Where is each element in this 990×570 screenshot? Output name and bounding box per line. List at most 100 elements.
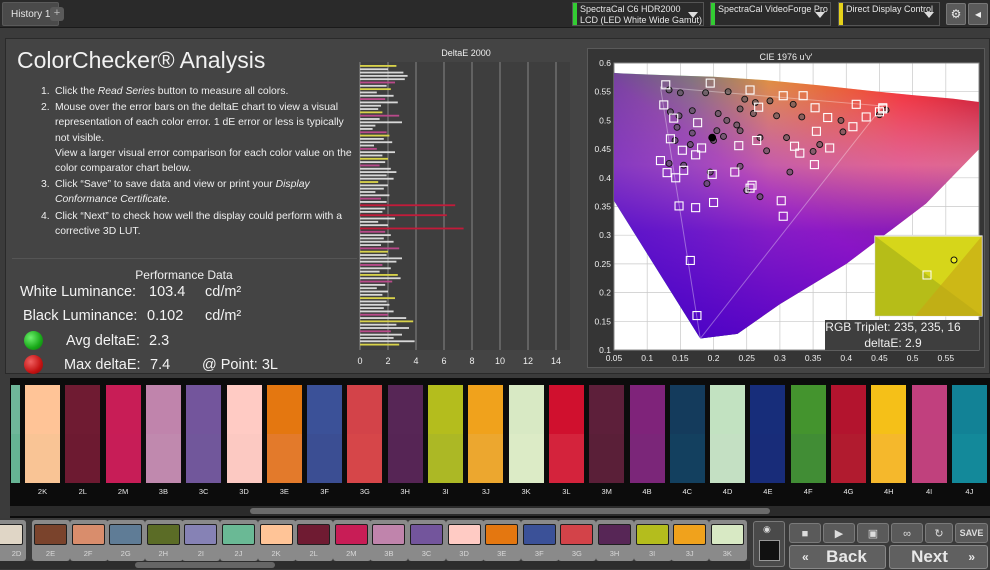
deltae-bar[interactable] (360, 327, 409, 329)
deltae-bar[interactable] (360, 323, 397, 326)
deltae-bar[interactable] (360, 204, 456, 207)
stop-button[interactable]: ■ (789, 523, 821, 543)
deltae-bar[interactable] (360, 244, 381, 246)
deltae-bar[interactable] (360, 230, 386, 233)
collapse-button[interactable]: ◂ (968, 3, 988, 25)
color-swatch[interactable] (266, 385, 302, 483)
scrollbar-thumb[interactable] (250, 508, 770, 514)
measured-point[interactable] (736, 127, 744, 135)
deltae-bar[interactable] (360, 124, 376, 127)
measured-point[interactable] (673, 123, 681, 131)
deltae-bar[interactable] (360, 191, 376, 193)
deltae-bar[interactable] (360, 118, 380, 120)
deltae-bar[interactable] (360, 144, 374, 147)
comparator-scrollbar[interactable] (10, 506, 990, 516)
deltae-bar[interactable] (360, 147, 377, 150)
selected-point[interactable] (708, 133, 717, 142)
color-swatch[interactable] (347, 385, 383, 483)
deltae-bar[interactable] (360, 137, 384, 140)
deltae-bar[interactable] (360, 207, 386, 210)
back-button[interactable]: « Back (789, 545, 886, 569)
deltae-bar[interactable] (360, 94, 394, 97)
deltae-bar[interactable] (360, 111, 383, 114)
deltae-bar[interactable] (360, 167, 391, 170)
deltae-bar[interactable] (360, 283, 386, 286)
deltae-bar[interactable] (360, 260, 397, 263)
color-swatch[interactable] (710, 385, 746, 483)
measured-point[interactable] (703, 180, 711, 187)
measured-point[interactable] (720, 133, 727, 140)
color-swatch[interactable] (468, 385, 504, 483)
measured-point[interactable] (736, 105, 744, 113)
loop-button[interactable]: ∞ (891, 523, 923, 543)
color-swatch[interactable] (65, 385, 101, 483)
color-swatch[interactable] (186, 385, 222, 483)
deltae-bar[interactable] (360, 240, 394, 243)
deltae-bar[interactable] (360, 214, 447, 217)
measured-point[interactable] (688, 107, 696, 115)
deltae-bar[interactable] (360, 290, 388, 293)
deltae-bar[interactable] (360, 307, 384, 310)
deltae-bar[interactable] (360, 65, 397, 67)
measured-point[interactable] (816, 141, 824, 148)
measured-point[interactable] (733, 121, 741, 129)
deltae-bar[interactable] (360, 91, 377, 94)
deltae-bar[interactable] (360, 84, 387, 87)
measured-point[interactable] (789, 100, 797, 108)
deltae-bar[interactable] (360, 187, 384, 190)
thumbnail-scrollbar[interactable] (0, 561, 750, 569)
measured-point[interactable] (676, 89, 684, 97)
measured-point[interactable] (837, 116, 845, 124)
color-swatch[interactable] (629, 385, 665, 483)
deltae-bar[interactable] (360, 134, 390, 137)
color-swatch[interactable] (589, 385, 625, 483)
color-swatch[interactable] (25, 385, 60, 483)
deltae-bar[interactable] (360, 164, 380, 167)
measured-point[interactable] (839, 128, 847, 136)
color-swatch[interactable] (871, 385, 907, 483)
color-swatch[interactable] (911, 385, 947, 483)
deltae-bar[interactable] (360, 88, 391, 91)
deltae-bar[interactable] (360, 114, 400, 117)
deltae-bar[interactable] (360, 254, 387, 256)
deltae-bar[interactable] (360, 343, 400, 346)
deltae-bar[interactable] (360, 224, 388, 227)
generator-selector[interactable]: SpectraCal VideoForge Pro (710, 2, 831, 26)
color-swatch[interactable] (11, 385, 20, 483)
deltae-bar[interactable] (360, 274, 398, 276)
deltae-bar[interactable] (360, 174, 387, 177)
color-swatch[interactable] (831, 385, 866, 483)
deltae-bar[interactable] (360, 161, 386, 164)
deltae-bar[interactable] (360, 280, 393, 283)
deltae-bar[interactable] (360, 68, 388, 71)
deltae-bar[interactable] (360, 277, 401, 280)
deltae-bar[interactable] (360, 227, 464, 230)
deltae-bar[interactable] (360, 297, 395, 300)
deltae-bar[interactable] (360, 78, 405, 81)
deltae-bar[interactable] (360, 247, 400, 250)
deltae-bar[interactable] (360, 194, 390, 197)
deltae-bar[interactable] (360, 74, 408, 77)
deltae-bar[interactable] (360, 128, 373, 130)
next-button[interactable]: Next » (889, 545, 988, 569)
deltae-bar[interactable] (360, 333, 402, 336)
deltae-bar[interactable] (360, 108, 379, 110)
deltae-bar[interactable] (360, 267, 391, 270)
color-swatch[interactable] (145, 385, 181, 483)
deltae-bar[interactable] (360, 101, 398, 104)
measured-point[interactable] (786, 168, 794, 176)
deltae-bar[interactable] (360, 293, 383, 296)
measured-point[interactable] (751, 99, 759, 107)
color-swatch[interactable] (790, 385, 826, 483)
scrollbar-thumb[interactable] (135, 562, 275, 568)
color-swatch[interactable] (428, 385, 463, 483)
measured-point[interactable] (773, 112, 781, 120)
measured-point[interactable] (723, 116, 731, 124)
color-swatch[interactable] (105, 385, 141, 483)
color-swatch[interactable] (307, 385, 343, 483)
color-swatch[interactable] (548, 385, 584, 483)
deltae-bar[interactable] (360, 131, 387, 134)
deltae-bar[interactable] (360, 237, 384, 240)
settings-button[interactable]: ⚙ (946, 3, 966, 25)
deltae-bar[interactable] (360, 181, 379, 183)
